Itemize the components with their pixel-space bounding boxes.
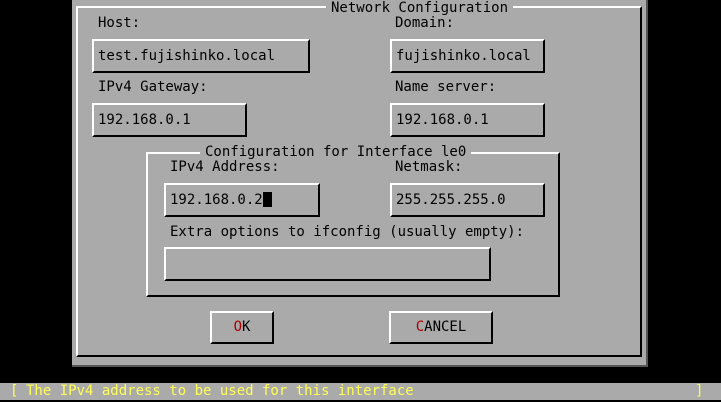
dialog-title: Network Configuration xyxy=(326,0,514,16)
ipv4-address-label: IPv4 Address: xyxy=(170,159,280,175)
ok-hotkey: O xyxy=(233,319,242,335)
cancel-hotkey: C xyxy=(415,319,425,335)
cancel-button[interactable]: CANCEL xyxy=(389,311,493,344)
status-left-bracket: [ xyxy=(10,383,19,399)
text-cursor xyxy=(262,192,272,207)
status-message: The IPv4 address to be used for this int… xyxy=(26,383,414,399)
host-input[interactable]: test.fujishinko.local xyxy=(92,39,310,73)
extra-options-label: Extra options to ifconfig (usually empty… xyxy=(170,224,525,240)
gateway-input[interactable]: 192.168.0.1 xyxy=(92,103,247,137)
nameserver-input[interactable]: 192.168.0.1 xyxy=(390,103,545,137)
nameserver-label: Name server: xyxy=(395,79,497,95)
ipv4-address-input[interactable]: 192.168.0.2 xyxy=(164,183,320,217)
network-configuration-dialog: Network Configuration Host: test.fujishi… xyxy=(72,0,648,367)
cancel-label: ANCEL xyxy=(424,319,467,335)
host-label: Host: xyxy=(98,15,141,31)
gateway-label: IPv4 Gateway: xyxy=(98,79,208,95)
ok-label: K xyxy=(242,319,251,335)
ok-button[interactable]: OK xyxy=(210,311,274,344)
netmask-label: Netmask: xyxy=(395,159,463,175)
status-bar: [ The IPv4 address to be used for this i… xyxy=(0,383,721,400)
extra-options-input[interactable] xyxy=(164,247,491,281)
status-right-bracket: ] xyxy=(695,383,704,399)
interface-frame-title: Configuration for Interface le0 xyxy=(200,144,472,160)
ipv4-address-value: 192.168.0.2 xyxy=(170,192,263,208)
domain-input[interactable]: fujishinko.local xyxy=(390,39,545,73)
netmask-input[interactable]: 255.255.255.0 xyxy=(390,183,545,217)
domain-label: Domain: xyxy=(395,15,455,31)
